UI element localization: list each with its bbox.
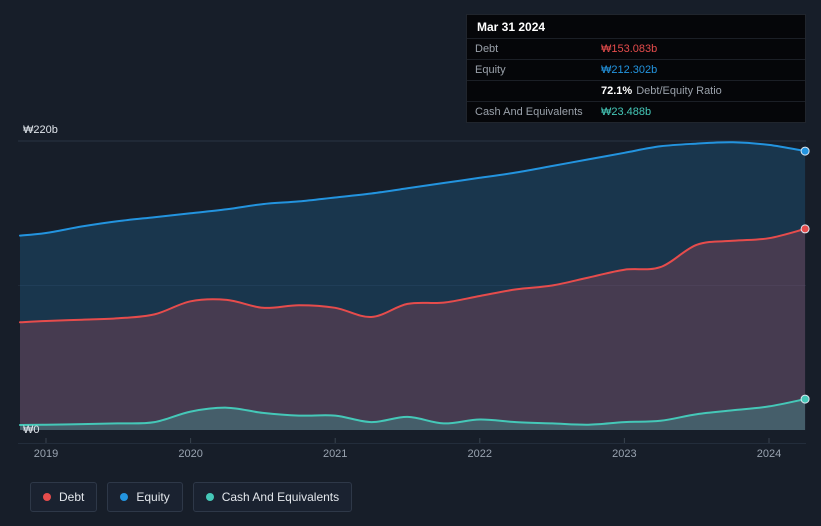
legend-label-debt: Debt — [59, 490, 85, 504]
tooltip: Mar 31 2024 Debt ₩153.083b Equity ₩212.3… — [466, 14, 806, 123]
x-axis: 2019 2020 2021 2022 2023 2024 — [0, 448, 821, 464]
tooltip-cash-value: ₩23.488b — [601, 106, 652, 118]
x-tick-label: 2024 — [756, 448, 782, 460]
legend-label-cash: Cash And Equivalents — [221, 490, 340, 504]
ratio-percent: 72.1% — [601, 85, 633, 97]
legend: Debt Equity Cash And Equivalents — [30, 482, 353, 512]
tooltip-equity-label: Equity — [475, 64, 506, 76]
cash-legend-dot-icon — [205, 493, 214, 501]
tooltip-debt-value: ₩153.083b — [601, 43, 658, 55]
debt-end-dot[interactable] — [800, 224, 810, 234]
ratio-label: Debt/Equity Ratio — [636, 85, 722, 97]
y-axis-label-zero: ₩0 — [23, 424, 40, 436]
x-tick-label: 2021 — [322, 448, 348, 460]
y-axis-label-top: ₩220b — [23, 124, 58, 136]
tooltip-row-ratio: 72.1% Debt/Equity Ratio — [467, 80, 805, 101]
tooltip-debt-label: Debt — [475, 43, 499, 55]
legend-label-equity: Equity — [136, 490, 170, 504]
equity-legend-dot-icon — [120, 493, 129, 501]
x-tick-label: 2020 — [178, 448, 203, 460]
x-tick-label: 2022 — [467, 448, 493, 460]
tooltip-row-equity: Equity ₩212.302b — [467, 59, 805, 80]
debt-equity-history-chart: ₩220b ₩0 2019 2020 2021 2022 2023 2024 Mar 31… — [0, 0, 821, 526]
x-tick-label: 2019 — [33, 448, 59, 460]
debt-legend-dot-icon — [43, 493, 51, 501]
x-tick-label: 2023 — [612, 448, 637, 460]
cash-end-dot[interactable] — [800, 394, 810, 404]
legend-item-cash[interactable]: Cash And Equivalents — [192, 482, 353, 512]
equity-end-dot[interactable] — [800, 146, 810, 156]
tooltip-row-debt: Debt ₩153.083b — [467, 38, 805, 59]
tooltip-row-cash: Cash And Equivalents ₩23.488b — [467, 101, 805, 122]
legend-item-debt[interactable]: Debt — [30, 482, 98, 512]
tooltip-date: Mar 31 2024 — [477, 20, 546, 34]
legend-item-equity[interactable]: Equity — [107, 482, 183, 512]
tooltip-ratio-value: 72.1% Debt/Equity Ratio — [601, 85, 722, 97]
tooltip-equity-value: ₩212.302b — [601, 64, 658, 76]
tooltip-cash-label: Cash And Equivalents — [475, 106, 583, 118]
